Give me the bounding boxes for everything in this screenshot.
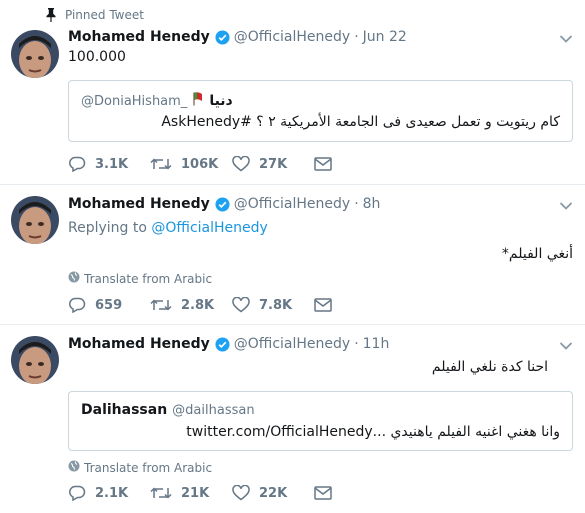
quote-text: كام ريتويت و تعمل صعيدى فى الجامعة الأمر… <box>161 114 560 130</box>
tweet-actions: 3.1K 106K 27K <box>68 156 332 172</box>
reply-button[interactable]: 2.1K <box>68 485 150 501</box>
reply-icon <box>68 485 86 501</box>
like-count: 27K <box>259 156 288 172</box>
pinned-indicator: Pinned Tweet <box>45 8 144 22</box>
globe-icon <box>68 271 80 286</box>
quote-author: @DoniaHisham_ دنيا <box>81 92 233 110</box>
translate-link[interactable]: Translate from Arabic <box>68 460 212 475</box>
avatar[interactable] <box>11 336 59 384</box>
tweet-header: Mohamed Henedy @OfficialHenedy · Jun 22 <box>68 29 407 45</box>
direct-message-button[interactable] <box>314 157 332 171</box>
quote-author: Dalihassan @dailhassan <box>81 402 255 418</box>
author-handle[interactable]: @OfficialHenedy <box>234 336 350 352</box>
tweet-reply[interactable]: Mohamed Henedy @OfficialHenedy · 8h Repl… <box>0 185 585 325</box>
retweet-button[interactable]: 21K <box>150 485 232 501</box>
heart-icon <box>232 156 250 172</box>
author-handle[interactable]: @OfficialHenedy <box>234 196 350 212</box>
tweet-quote[interactable]: Mohamed Henedy @OfficialHenedy · 11h احن… <box>0 325 585 513</box>
quoted-tweet[interactable]: @DoniaHisham_ دنيا كام ريتويت و تعمل صعي… <box>68 80 573 142</box>
heart-icon <box>232 485 250 501</box>
avatar[interactable] <box>11 30 59 78</box>
direct-message-button[interactable] <box>314 298 332 312</box>
verified-badge-icon <box>215 336 230 352</box>
reply-count: 3.1K <box>95 156 129 172</box>
author-name[interactable]: Mohamed Henedy <box>68 29 210 45</box>
retweet-icon <box>150 156 172 172</box>
tweet-time[interactable]: Jun 22 <box>363 29 407 45</box>
reply-button[interactable]: 659 <box>68 297 150 313</box>
translate-link[interactable]: Translate from Arabic <box>68 271 212 286</box>
like-button[interactable]: 7.8K <box>232 297 314 313</box>
replying-to-prefix: Replying to <box>68 220 147 236</box>
reply-icon <box>68 297 86 313</box>
chevron-down-icon[interactable] <box>559 32 573 48</box>
envelope-icon <box>314 157 332 171</box>
tweet-pinned[interactable]: Pinned Tweet Mohamed Henedy @OfficialHen… <box>0 0 585 185</box>
like-button[interactable]: 27K <box>232 156 314 172</box>
quote-author-name: Dalihassan <box>81 402 168 418</box>
author-name[interactable]: Mohamed Henedy <box>68 196 210 212</box>
globe-icon <box>68 460 80 475</box>
like-count: 22K <box>259 485 288 501</box>
retweet-count: 21K <box>181 485 210 501</box>
reply-count: 659 <box>95 297 123 313</box>
direct-message-button[interactable] <box>314 486 332 500</box>
pinned-label: Pinned Tweet <box>65 8 144 22</box>
reply-icon <box>68 156 86 172</box>
chevron-down-icon[interactable] <box>559 339 573 355</box>
verified-badge-icon <box>215 29 230 45</box>
translate-label: Translate from Arabic <box>84 460 213 475</box>
retweet-count: 2.8K <box>181 297 215 313</box>
tweet-text: أنغي الفيلم* <box>501 246 573 262</box>
verified-badge-icon <box>215 196 230 212</box>
tweet-text: 100.000 <box>68 49 126 65</box>
replying-to-mention[interactable]: @OfficialHenedy <box>151 220 267 236</box>
quoted-tweet[interactable]: Dalihassan @dailhassan وانا هغني اغنيه ا… <box>68 391 573 451</box>
tweet-actions: 2.1K 21K 22K <box>68 485 332 501</box>
like-count: 7.8K <box>259 297 293 313</box>
replying-to: Replying to @OfficialHenedy <box>68 220 268 236</box>
like-button[interactable]: 22K <box>232 485 314 501</box>
tweet-header: Mohamed Henedy @OfficialHenedy · 11h <box>68 336 389 352</box>
retweet-icon <box>150 485 172 501</box>
avatar[interactable] <box>11 196 59 244</box>
author-handle[interactable]: @OfficialHenedy <box>234 29 350 45</box>
reply-count: 2.1K <box>95 485 129 501</box>
translate-label: Translate from Arabic <box>84 271 213 286</box>
tweet-text: احنا كدة نلغي الفيلم <box>431 359 548 375</box>
tweet-actions: 659 2.8K 7.8K <box>68 297 332 313</box>
quote-author-handle: @dailhassan <box>172 402 255 418</box>
separator-dot: · <box>354 336 359 352</box>
quote-author-handle: @DoniaHisham_ <box>81 93 188 109</box>
tweet-time[interactable]: 11h <box>363 336 390 352</box>
quote-text: وانا هغني اغنيه الفيلم ياهنيدي ...twitte… <box>186 424 560 440</box>
retweet-icon <box>150 297 172 313</box>
separator-dot: · <box>354 29 359 45</box>
separator-dot: · <box>354 196 359 212</box>
retweet-button[interactable]: 2.8K <box>150 297 232 313</box>
flag-icon <box>192 92 204 110</box>
reply-button[interactable]: 3.1K <box>68 156 150 172</box>
retweet-button[interactable]: 106K <box>150 156 232 172</box>
quote-author-name: دنيا <box>209 93 233 109</box>
chevron-down-icon[interactable] <box>559 199 573 215</box>
heart-icon <box>232 297 250 313</box>
tweet-time[interactable]: 8h <box>363 196 381 212</box>
pin-icon <box>45 8 57 22</box>
author-name[interactable]: Mohamed Henedy <box>68 336 210 352</box>
envelope-icon <box>314 486 332 500</box>
envelope-icon <box>314 298 332 312</box>
tweet-header: Mohamed Henedy @OfficialHenedy · 8h <box>68 196 380 212</box>
retweet-count: 106K <box>181 156 219 172</box>
